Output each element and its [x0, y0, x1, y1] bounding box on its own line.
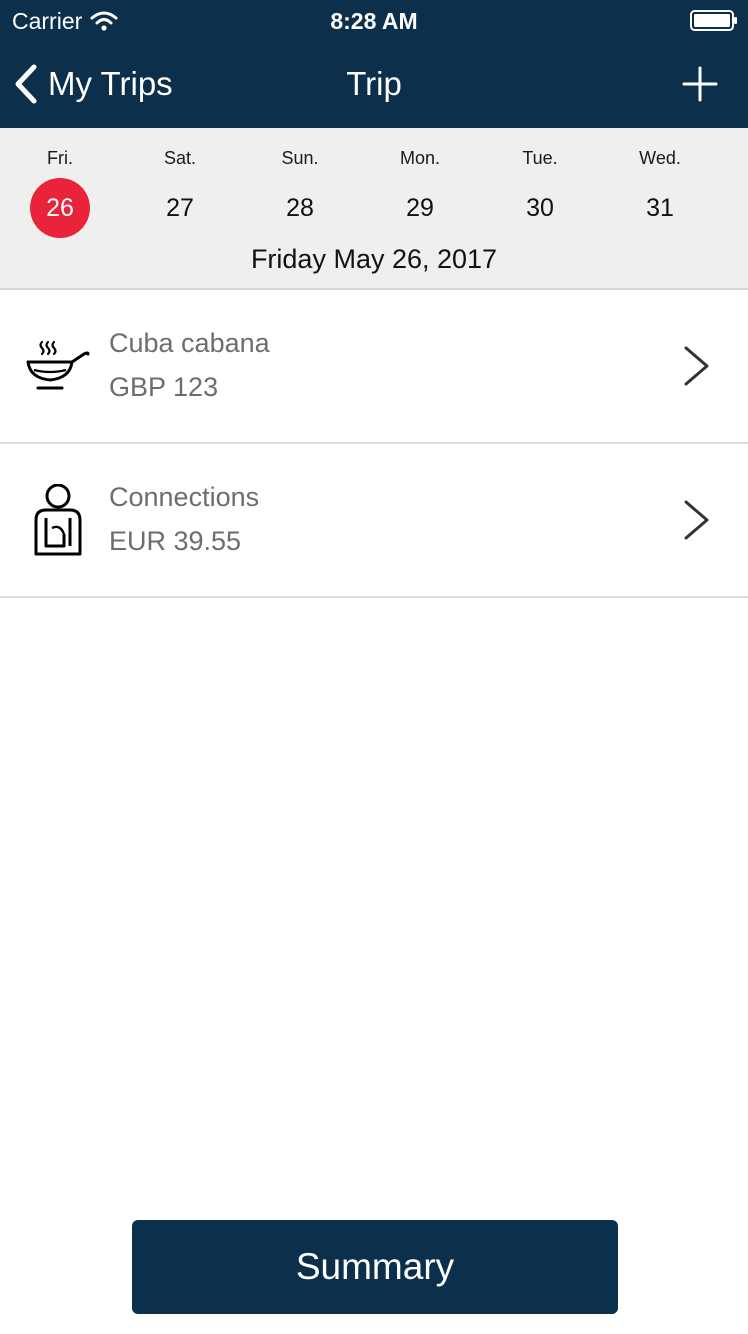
day-label: Sat. — [163, 148, 197, 168]
plus-icon[interactable] — [680, 64, 720, 104]
day-label: Mon. — [399, 148, 441, 168]
person-icon — [34, 484, 82, 556]
week-strip: Fri. 26 Sat. 27 Sun. 28 Mon. 29 Tue. 30 … — [0, 128, 748, 290]
navigation-bar: My Trips Trip — [0, 40, 748, 128]
day-sat[interactable]: Sat. 27 — [120, 128, 240, 248]
chevron-right-icon — [684, 500, 709, 540]
day-label: Wed. — [639, 148, 681, 168]
status-time: 8:28 AM — [330, 8, 418, 34]
day-number: 26 — [30, 178, 90, 238]
day-mon[interactable]: Mon. 29 — [360, 128, 480, 248]
soup-bowl-icon — [26, 340, 90, 390]
day-number: 31 — [646, 194, 674, 222]
battery-icon — [690, 10, 737, 31]
day-tue[interactable]: Tue. 30 — [480, 128, 600, 248]
expense-amount: GBP 123 — [109, 372, 219, 402]
expense-list: Cuba cabana GBP 123 Connections EUR 39.5… — [0, 290, 748, 598]
status-bar: Carrier 8:28 AM — [0, 0, 748, 40]
day-sun[interactable]: Sun. 28 — [240, 128, 360, 248]
trip-screen: Carrier 8:28 AM My Trips Trip Fri. 26 Sa… — [0, 0, 748, 1334]
day-number: 28 — [286, 194, 314, 222]
expense-row-connections[interactable]: Connections EUR 39.55 — [0, 444, 748, 598]
expense-row-cuba-cabana[interactable]: Cuba cabana GBP 123 — [0, 290, 748, 444]
page-title: Trip — [346, 65, 402, 102]
day-number: 27 — [166, 194, 194, 222]
day-wed[interactable]: Wed. 31 — [600, 128, 720, 248]
day-label: Tue. — [522, 148, 558, 168]
summary-button[interactable]: Summary — [132, 1220, 618, 1314]
day-picker: Fri. 26 Sat. 27 Sun. 28 Mon. 29 Tue. 30 … — [0, 128, 748, 248]
day-fri[interactable]: Fri. 26 — [0, 128, 120, 248]
day-label: Sun. — [281, 148, 319, 168]
expense-amount: EUR 39.55 — [109, 526, 242, 556]
top-bar: Carrier 8:28 AM My Trips Trip — [0, 0, 748, 128]
day-number: 29 — [406, 194, 434, 222]
chevron-right-icon — [684, 346, 709, 386]
expense-title: Connections — [109, 482, 260, 512]
expense-title: Cuba cabana — [109, 328, 270, 358]
day-number: 30 — [526, 194, 554, 222]
day-label: Fri. — [47, 148, 73, 168]
selected-date: Friday May 26, 2017 — [250, 244, 498, 274]
